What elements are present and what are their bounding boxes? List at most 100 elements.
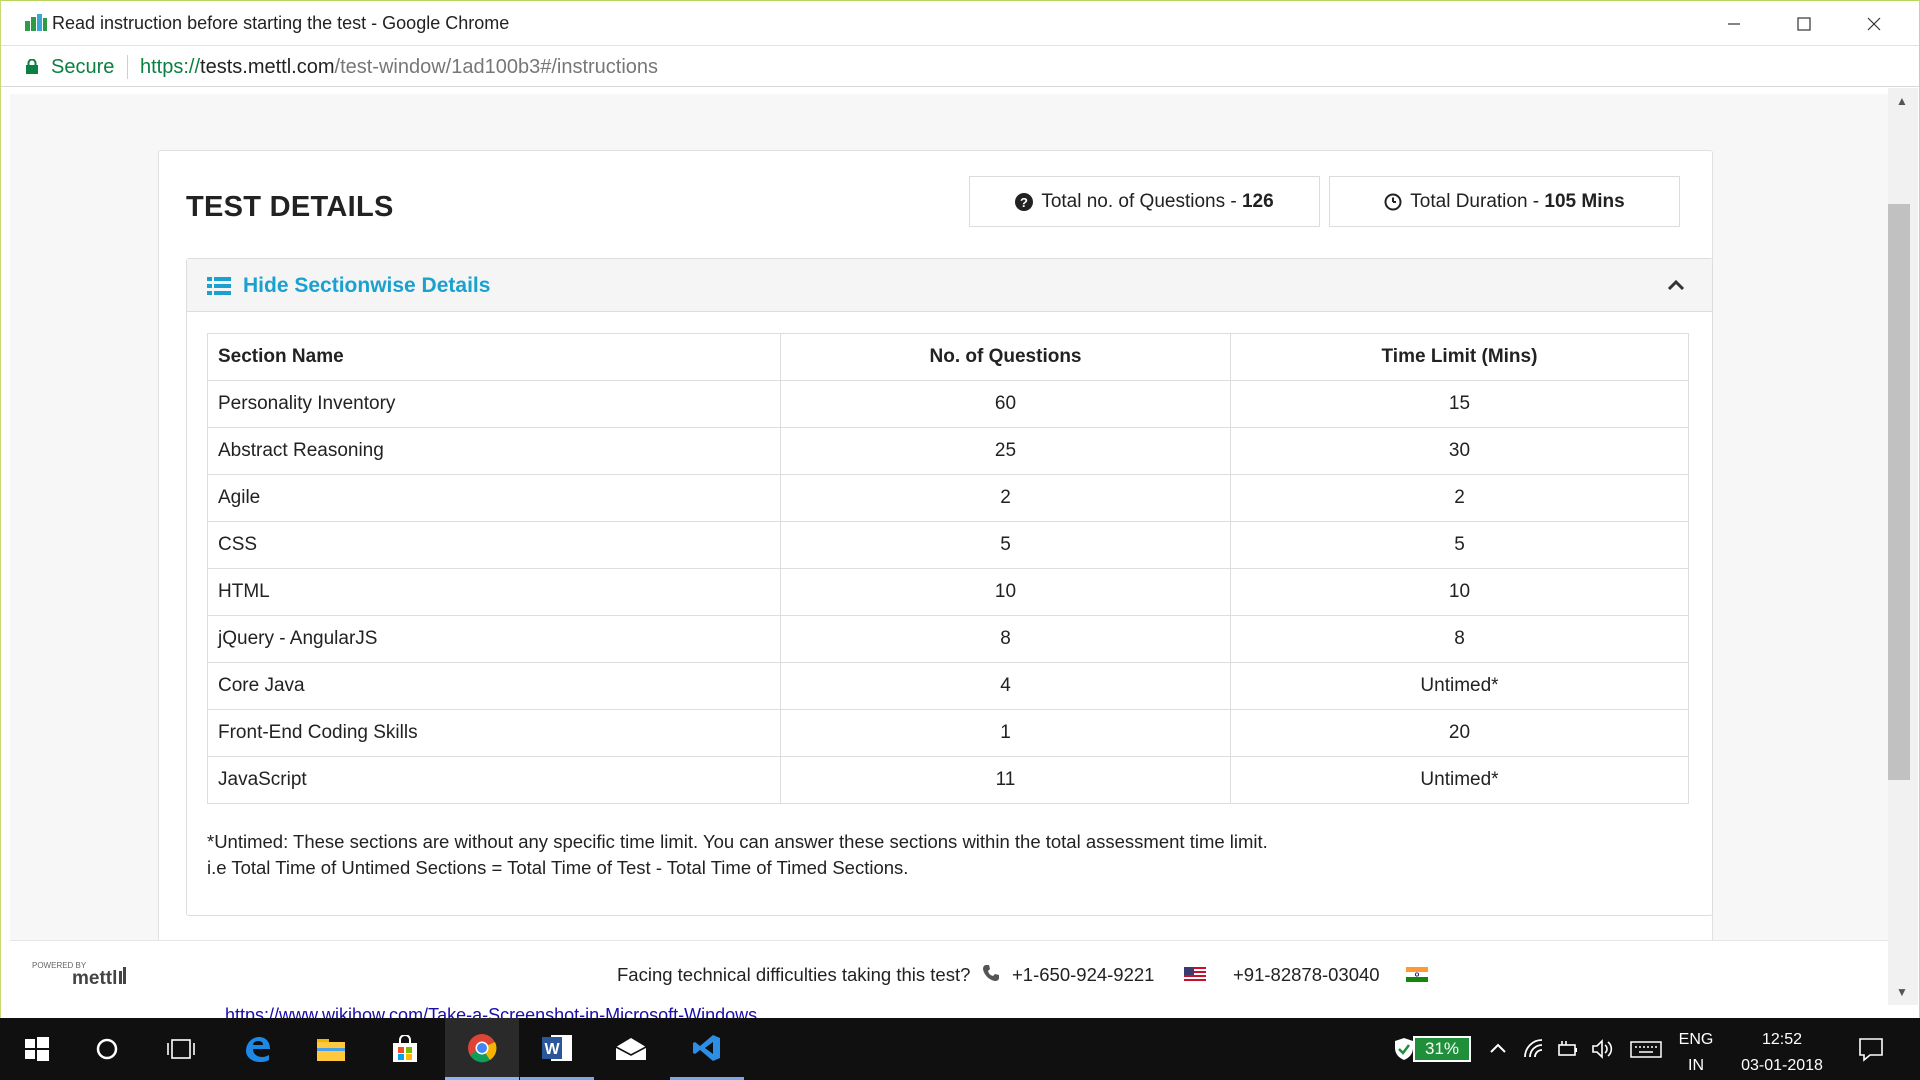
mail-icon	[615, 1038, 647, 1060]
table-row: jQuery - AngularJS 8 8	[207, 615, 1689, 663]
chevron-up-icon[interactable]	[1667, 276, 1685, 294]
page-scrollbar[interactable]: ▲ ▼	[1888, 88, 1918, 1005]
wifi-icon[interactable]	[1522, 1037, 1546, 1061]
address-bar[interactable]: Secure https://tests.mettl.com/test-wind…	[1, 45, 1919, 87]
table-row: Personality Inventory 60 15	[207, 380, 1689, 428]
minimize-icon	[1728, 22, 1740, 25]
keyboard-icon[interactable]	[1630, 1037, 1662, 1061]
untimed-note-line1: *Untimed: These sections are without any…	[207, 831, 1268, 852]
section-name-cell: JavaScript	[207, 756, 781, 804]
word-icon: W	[542, 1034, 572, 1061]
mettl-brand-text: mettl	[72, 968, 117, 989]
window-title: Read instruction before starting the tes…	[52, 13, 510, 33]
store-icon	[393, 1035, 417, 1062]
time-limit-cell: 10	[1230, 568, 1689, 616]
task-view-icon	[167, 1039, 195, 1059]
column-header: Time Limit (Mins)	[1230, 333, 1689, 381]
svg-text:?: ?	[1020, 195, 1028, 210]
total-duration-label: Total Duration -	[1410, 190, 1545, 212]
chrome-icon	[468, 1033, 497, 1062]
support-phone-us[interactable]: +1-650-924-9221	[1012, 964, 1154, 986]
section-name-cell: Core Java	[207, 662, 781, 710]
vscode-button[interactable]	[670, 1018, 744, 1080]
us-flag-icon	[1184, 967, 1206, 981]
start-button[interactable]	[0, 1018, 74, 1080]
lock-icon	[26, 59, 38, 74]
chevron-up-icon[interactable]	[1486, 1037, 1510, 1061]
url-text[interactable]: https://tests.mettl.com/test-window/1ad1…	[140, 56, 658, 79]
file-explorer-icon	[317, 1039, 345, 1061]
start-icon	[25, 1037, 49, 1061]
table-row: Agile 2 2	[207, 474, 1689, 522]
sectionwise-toggle[interactable]: Hide Sectionwise Details	[187, 259, 1712, 312]
notifications-icon[interactable]	[1858, 1036, 1884, 1062]
column-header: No. of Questions	[780, 333, 1231, 381]
page-title: TEST DETAILS	[186, 191, 394, 223]
minimize-button[interactable]	[1699, 1, 1769, 46]
system-clock[interactable]: 12:52 03-01-2018	[1734, 1027, 1830, 1079]
time-limit-cell: Untimed*	[1230, 756, 1689, 804]
section-name-cell: Agile	[207, 474, 781, 522]
questions-cell: 10	[780, 568, 1231, 616]
store-button[interactable]	[368, 1018, 442, 1080]
word-button[interactable]: W	[520, 1018, 594, 1080]
table-row: Core Java 4 Untimed*	[207, 662, 1689, 710]
questions-cell: 5	[780, 521, 1231, 569]
test-details-card: TEST DETAILS ? Total no. of Questions - …	[158, 150, 1713, 1005]
time-limit-cell: 5	[1230, 521, 1689, 569]
power-icon[interactable]	[1556, 1037, 1580, 1061]
time-limit-cell: 8	[1230, 615, 1689, 663]
maximize-icon	[1797, 16, 1811, 31]
clock-icon	[1384, 193, 1402, 210]
language-indicator[interactable]: ENG IN	[1670, 1027, 1722, 1079]
background-window-link[interactable]: https://www.wikihow.com/Take-a-Screensho…	[225, 1005, 825, 1019]
section-name-cell: jQuery - AngularJS	[207, 615, 781, 663]
edge-button[interactable]	[220, 1018, 294, 1080]
file-explorer-button[interactable]	[294, 1018, 368, 1080]
powered-by-mettl-logo: POWERED BY mettl	[32, 961, 126, 989]
mettl-logo-icon	[25, 14, 47, 31]
section-name-cell: CSS	[207, 521, 781, 569]
section-name-cell: HTML	[207, 568, 781, 616]
table-row: Front-End Coding Skills 1 20	[207, 709, 1689, 757]
scroll-thumb[interactable]	[1888, 204, 1910, 780]
clock-time: 12:52	[1761, 1031, 1803, 1048]
list-icon	[207, 277, 231, 295]
close-button[interactable]	[1839, 1, 1909, 46]
volume-icon[interactable]	[1590, 1037, 1614, 1061]
scroll-up-arrow-icon[interactable]: ▲	[1896, 94, 1908, 108]
support-help-text: Facing technical difficulties taking thi…	[617, 964, 971, 985]
task-view-button[interactable]	[144, 1018, 218, 1080]
questions-cell: 1	[780, 709, 1231, 757]
india-flag-icon	[1406, 967, 1428, 982]
chrome-button[interactable]	[445, 1018, 519, 1080]
secure-label: Secure	[51, 56, 115, 78]
cortana-button[interactable]	[70, 1018, 144, 1080]
questions-cell: 4	[780, 662, 1231, 710]
table-row: HTML 10 10	[207, 568, 1689, 616]
maximize-button[interactable]	[1769, 1, 1839, 46]
total-duration-value: 105 Mins	[1544, 190, 1625, 212]
sections-table: Section Name No. of Questions Time Limit…	[207, 333, 1689, 804]
questions-cell: 25	[780, 427, 1231, 475]
support-phone-india[interactable]: +91-82878-03040	[1233, 964, 1380, 986]
url-host: tests.mettl.com	[200, 56, 335, 78]
time-limit-cell: 2	[1230, 474, 1689, 522]
column-header: Section Name	[207, 333, 781, 381]
cortana-icon	[96, 1038, 118, 1060]
address-separator	[127, 55, 128, 79]
battery-indicator[interactable]: 31%	[1413, 1036, 1471, 1062]
edge-icon	[246, 1037, 270, 1062]
section-name-cell: Abstract Reasoning	[207, 427, 781, 475]
table-header-row: Section Name No. of Questions Time Limit…	[207, 333, 1689, 381]
section-name-cell: Front-End Coding Skills	[207, 709, 781, 757]
questions-cell: 2	[780, 474, 1231, 522]
title-bar: Read instruction before starting the tes…	[1, 0, 1919, 45]
sectionwise-toggle-label: Hide Sectionwise Details	[243, 274, 491, 297]
scroll-down-arrow-icon[interactable]: ▼	[1896, 985, 1908, 999]
page-viewport: TEST DETAILS ? Total no. of Questions - …	[10, 88, 1888, 1005]
mail-button[interactable]	[594, 1018, 668, 1080]
svg-text:W: W	[544, 1041, 560, 1058]
windows-taskbar: W 31% ENG IN 12:52 03-01-2018	[0, 1018, 1920, 1080]
question-circle-icon: ?	[1015, 192, 1034, 211]
